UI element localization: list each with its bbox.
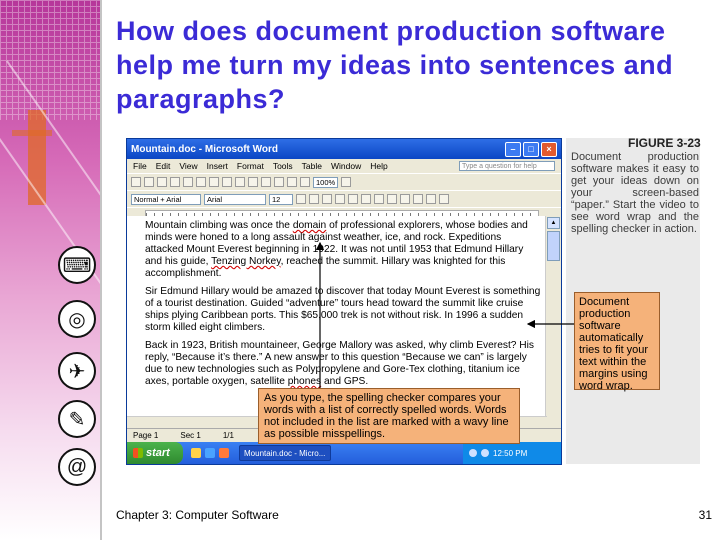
start-label: start xyxy=(146,447,170,459)
media-icon[interactable] xyxy=(219,448,229,458)
new-document-icon[interactable] xyxy=(131,177,141,187)
window-titlebar: Mountain.doc - Microsoft Word – □ × xyxy=(127,139,561,159)
table-icon[interactable] xyxy=(274,177,284,187)
numbering-icon[interactable] xyxy=(387,194,397,204)
indent-icon[interactable] xyxy=(413,194,423,204)
sidebar-orange-stripe xyxy=(12,130,52,136)
menu-format[interactable]: Format xyxy=(237,161,264,171)
scroll-up-icon[interactable]: ▲ xyxy=(547,217,560,229)
menu-help[interactable]: Help xyxy=(370,161,387,171)
undo-icon[interactable] xyxy=(248,177,258,187)
align-left-icon[interactable] xyxy=(335,194,345,204)
vertical-scrollbar[interactable]: ▲ xyxy=(545,216,561,430)
system-tray: 12:50 PM xyxy=(463,442,561,464)
callout-word-wrap: Document production software automatical… xyxy=(574,292,660,392)
status-section: Sec 1 xyxy=(180,431,201,440)
windows-taskbar: start Mountain.doc - Micro... 12:50 PM xyxy=(127,442,561,464)
close-icon[interactable]: × xyxy=(541,141,557,157)
copy-icon[interactable] xyxy=(222,177,232,187)
sidebar-grid-pattern xyxy=(0,0,100,120)
formatting-toolbar: Normal + Arial Arial 12 xyxy=(127,190,561,207)
clock: 12:50 PM xyxy=(493,448,528,458)
help-icon[interactable] xyxy=(341,177,352,187)
print-icon[interactable] xyxy=(170,177,180,187)
underline-icon[interactable] xyxy=(322,194,332,204)
start-button[interactable]: start xyxy=(127,442,183,464)
highlight-icon[interactable] xyxy=(426,194,436,204)
browser-icon[interactable] xyxy=(205,448,215,458)
align-center-icon[interactable] xyxy=(348,194,358,204)
status-pages: 1/1 xyxy=(222,431,234,440)
maximize-icon[interactable]: □ xyxy=(523,141,539,157)
figure-caption: Document production software makes it ea… xyxy=(571,151,699,235)
open-icon[interactable] xyxy=(144,177,154,187)
menu-edit[interactable]: Edit xyxy=(156,161,171,171)
taskbar-word-item[interactable]: Mountain.doc - Micro... xyxy=(239,445,331,461)
window-title: Mountain.doc - Microsoft Word xyxy=(131,143,279,155)
callout-spelling-checker: As you type, the spelling checker compar… xyxy=(258,388,520,444)
paste-icon[interactable] xyxy=(235,177,245,187)
menu-tools[interactable]: Tools xyxy=(273,161,293,171)
keyboard-icon: ⌨ xyxy=(58,246,96,284)
bold-icon[interactable] xyxy=(296,194,306,204)
justify-icon[interactable] xyxy=(374,194,384,204)
menu-insert[interactable]: Insert xyxy=(207,161,228,171)
paragraph-1: Mountain climbing was once the domain of… xyxy=(145,220,528,279)
figure-number: FIGURE 3-23 xyxy=(628,136,701,150)
tray-icon[interactable] xyxy=(469,449,477,457)
menu-table[interactable]: Table xyxy=(302,161,322,171)
bullets-icon[interactable] xyxy=(400,194,410,204)
misspelled-word: Tenzing Norkey xyxy=(211,256,281,267)
print-preview-icon[interactable] xyxy=(183,177,193,187)
slide-footer: Chapter 3: Computer Software xyxy=(116,508,279,522)
airplane-icon: ✈ xyxy=(58,352,96,390)
tray-icon[interactable] xyxy=(481,449,489,457)
font-size-select[interactable]: 12 xyxy=(269,193,293,205)
menu-file[interactable]: File xyxy=(133,161,147,171)
quick-launch xyxy=(191,448,229,458)
folder-icon[interactable] xyxy=(191,448,201,458)
misspelled-word: domain xyxy=(292,220,327,231)
disc-icon: ◎ xyxy=(58,300,96,338)
font-select[interactable]: Arial xyxy=(204,193,266,205)
misspelled-word: phones xyxy=(287,376,322,387)
pen-icon: ✎ xyxy=(58,400,96,438)
show-hide-icon[interactable] xyxy=(300,177,310,187)
slide-title: How does document production software he… xyxy=(116,16,674,114)
scroll-thumb[interactable] xyxy=(547,231,560,261)
page-number: 31 xyxy=(698,508,712,522)
status-page: Page 1 xyxy=(133,431,159,440)
at-sign-icon: @ xyxy=(58,448,96,486)
spelling-icon[interactable] xyxy=(196,177,206,187)
standard-toolbar: 100% xyxy=(127,173,561,190)
italic-icon[interactable] xyxy=(309,194,319,204)
style-select[interactable]: Normal + Arial xyxy=(131,193,201,205)
columns-icon[interactable] xyxy=(287,177,297,187)
menu-window[interactable]: Window xyxy=(331,161,361,171)
minimize-icon[interactable]: – xyxy=(505,141,521,157)
align-right-icon[interactable] xyxy=(361,194,371,204)
font-color-icon[interactable] xyxy=(439,194,449,204)
menu-view[interactable]: View xyxy=(179,161,197,171)
windows-logo-icon xyxy=(133,448,143,458)
help-question-input[interactable]: Type a question for help xyxy=(459,161,555,171)
sidebar-divider xyxy=(100,0,102,540)
menu-bar: File Edit View Insert Format Tools Table… xyxy=(127,159,561,173)
zoom-select[interactable]: 100% xyxy=(313,176,339,188)
redo-icon[interactable] xyxy=(261,177,271,187)
cut-icon[interactable] xyxy=(209,177,219,187)
paragraph-3: Back in 1923, British mountaineer, Georg… xyxy=(145,340,534,387)
save-icon[interactable] xyxy=(157,177,167,187)
paragraph-2: Sir Edmund Hillary would be amazed to di… xyxy=(145,286,541,333)
